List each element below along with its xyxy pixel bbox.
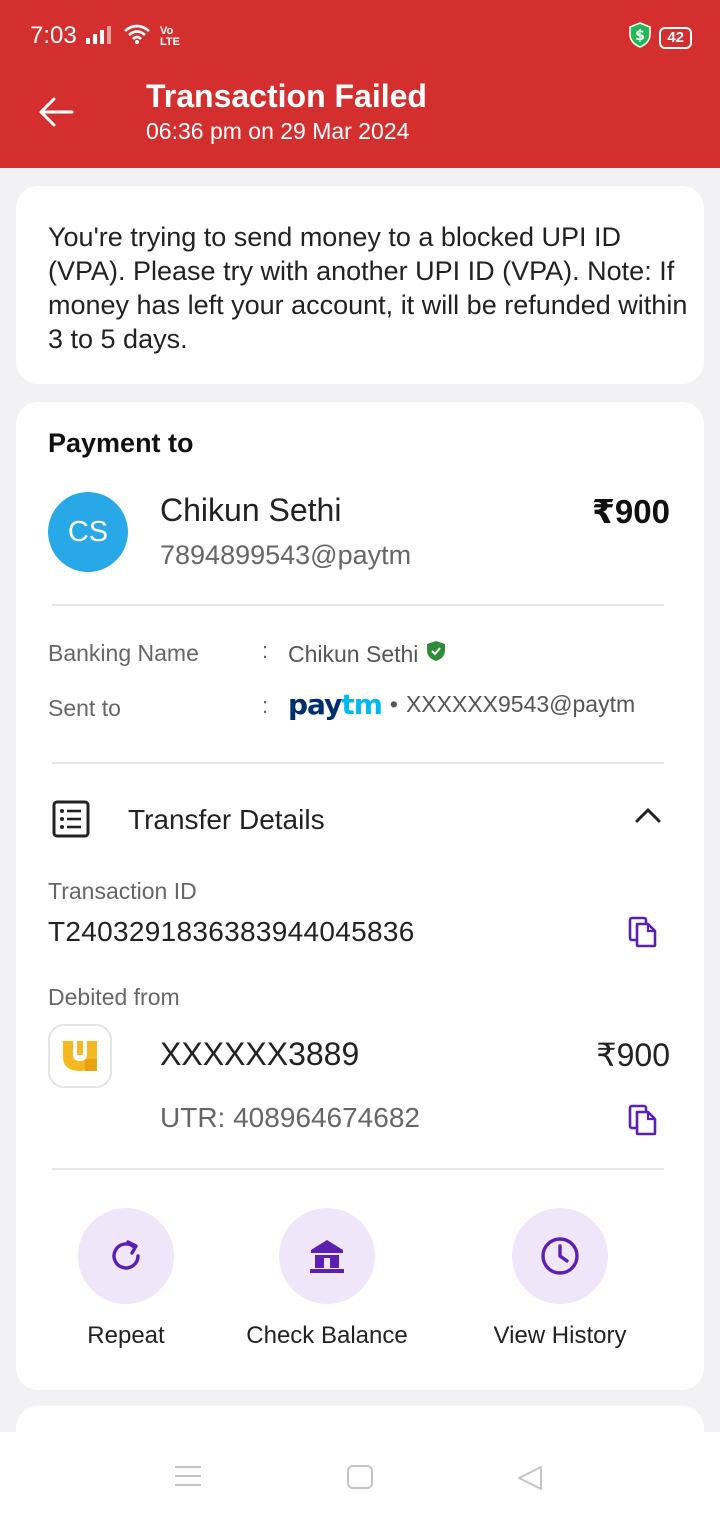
check-balance-label: Check Balance — [246, 1322, 408, 1349]
payment-details-card: Payment to CS Chikun Sethi 7894899543@pa… — [16, 402, 704, 1390]
home-icon[interactable] — [346, 1464, 374, 1495]
view-history-button[interactable]: View History — [470, 1208, 650, 1350]
bank-logo — [48, 1024, 112, 1088]
divider — [52, 1168, 664, 1170]
wifi-icon — [124, 24, 150, 49]
avatar: CS — [48, 492, 128, 572]
colon: : — [262, 638, 269, 663]
system-nav-bar — [0, 1432, 720, 1520]
transaction-id: T2403291836383944045836 — [48, 916, 415, 947]
bullet-separator: • — [389, 691, 398, 717]
status-icons: Vo LTE — [86, 24, 186, 49]
payment-to-heading: Payment to — [48, 428, 194, 458]
copy-icon[interactable] — [628, 916, 658, 953]
clock-icon — [541, 1237, 579, 1275]
debited-from-label: Debited from — [48, 984, 180, 1010]
repeat-label: Repeat — [87, 1322, 165, 1349]
check-balance-circle[interactable] — [279, 1208, 375, 1304]
payee-name: Chikun Sethi — [160, 492, 342, 528]
divider — [52, 604, 664, 606]
receipt-list-icon — [52, 800, 90, 843]
menu-icon[interactable] — [174, 1464, 202, 1493]
verified-shield-icon — [426, 640, 446, 668]
shield-icon: $ — [629, 22, 652, 53]
colon: : — [262, 693, 269, 718]
transaction-id-label: Transaction ID — [48, 878, 197, 904]
chevron-up-icon[interactable] — [634, 806, 662, 829]
banking-name-value: Chikun Sethi — [288, 640, 419, 667]
sent-to-value-row: paytm • XXXXXX9543@paytm — [288, 688, 635, 721]
payment-amount: ₹900 — [591, 493, 670, 530]
page-title: Transaction Failed — [146, 78, 427, 114]
sent-to-vpa: XXXXXX9543@paytm — [405, 691, 636, 717]
status-right: $ 42 — [629, 22, 692, 53]
bank-icon — [310, 1240, 344, 1273]
repeat-circle[interactable] — [78, 1208, 174, 1304]
utr-number: UTR: 408964674682 — [160, 1102, 420, 1133]
repeat-button[interactable]: Repeat — [36, 1208, 216, 1350]
back-arrow-icon — [39, 97, 74, 127]
volte-icon: Vo LTE — [160, 24, 180, 48]
sent-to-label: Sent to — [48, 695, 121, 721]
failure-message: You're trying to send money to a blocked… — [48, 222, 688, 354]
back-nav-icon[interactable] — [516, 1464, 544, 1497]
view-history-label: View History — [493, 1322, 627, 1349]
copy-icon[interactable] — [628, 1104, 658, 1141]
transfer-details-title[interactable]: Transfer Details — [128, 804, 325, 836]
signal-icon — [86, 24, 114, 49]
back-button[interactable] — [36, 92, 76, 132]
app-header: 7:03 Vo LTE $ 42 Transaction Failed 06:3… — [0, 0, 720, 168]
page-subtitle: 06:36 pm on 29 Mar 2024 — [146, 118, 410, 144]
debit-account-number: XXXXXX3889 — [160, 1036, 360, 1072]
svg-text:$: $ — [635, 28, 645, 44]
divider — [52, 762, 664, 764]
refresh-icon — [112, 1240, 140, 1270]
banking-name-value-row: Chikun Sethi — [288, 640, 446, 668]
debit-amount: ₹900 — [596, 1037, 670, 1073]
status-bar: 7:03 Vo LTE $ 42 — [0, 0, 720, 72]
view-history-circle[interactable] — [512, 1208, 608, 1304]
status-time: 7:03 — [30, 22, 77, 49]
banking-name-label: Banking Name — [48, 640, 199, 666]
paytm-logo: paytm — [288, 688, 383, 721]
battery-indicator: 42 — [659, 26, 692, 49]
payee-vpa: 7894899543@paytm — [160, 540, 412, 570]
check-balance-button[interactable]: Check Balance — [237, 1208, 417, 1350]
failure-message-card: You're trying to send money to a blocked… — [16, 186, 704, 384]
